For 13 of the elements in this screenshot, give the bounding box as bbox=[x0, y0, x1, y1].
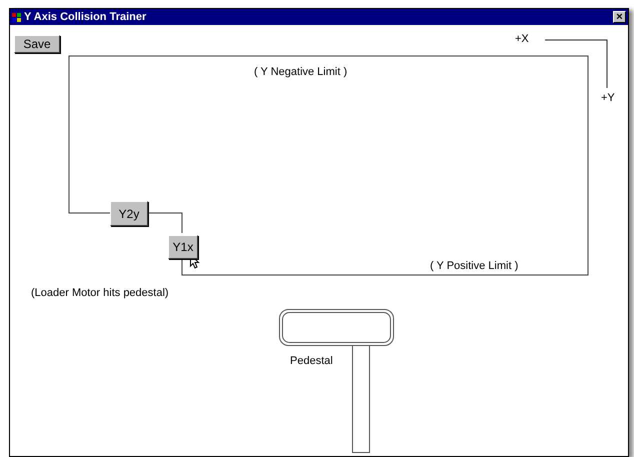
pedestal-label: Pedestal bbox=[290, 355, 333, 368]
close-button[interactable]: × bbox=[613, 11, 626, 23]
window-title: Y Axis Collision Trainer bbox=[24, 10, 146, 24]
limit-label: ( Y Positive Limit ) bbox=[430, 260, 518, 273]
axis-label: +Y bbox=[601, 92, 615, 105]
axis-label: +X bbox=[515, 33, 529, 46]
save-button[interactable]: Save bbox=[14, 35, 60, 53]
caption-text: (Loader Motor hits pedestal) bbox=[31, 287, 169, 300]
axis-button[interactable]: Y1x bbox=[168, 235, 198, 259]
app-icon bbox=[12, 12, 21, 22]
axis-button[interactable]: Y2y bbox=[110, 201, 148, 226]
limit-label: ( Y Negative Limit ) bbox=[254, 66, 348, 79]
axis-indicator bbox=[544, 40, 608, 88]
